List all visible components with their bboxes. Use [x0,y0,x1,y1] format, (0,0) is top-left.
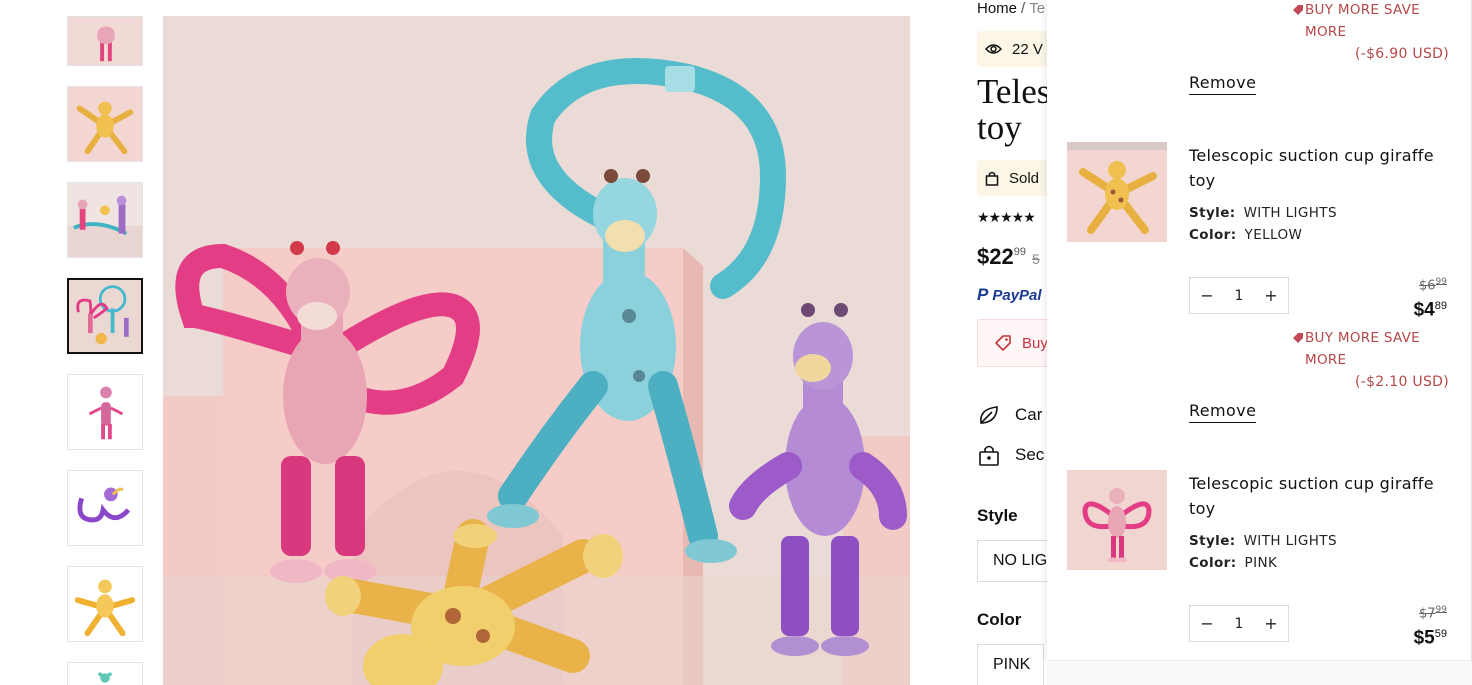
eye-icon [985,44,1002,54]
thumbnail-1[interactable] [67,16,143,66]
price-main: $5 [1413,627,1435,649]
style-option-text: NO LIG [993,552,1048,569]
cart-item-color: Color: PINK [1189,555,1277,571]
cart-item-name[interactable]: Telescopic suction cup giraffe toy [1189,143,1459,193]
price-cents: 89 [1434,300,1447,312]
color-label: Color: [1189,555,1237,571]
cart-item-old-price: $699 [1419,277,1447,293]
quantity-value[interactable]: 1 [1224,288,1254,304]
paypal-badge: P PayPal [977,285,1042,305]
remove-button[interactable]: Remove [1189,401,1257,423]
remove-button[interactable]: Remove [1189,73,1257,95]
price-old: 5 [1031,251,1040,267]
color-label: Color: [1189,227,1237,243]
feature-text-2: Sec [1015,445,1045,464]
breadcrumb: Home / Te [977,0,1045,17]
color-option-text: PINK [993,656,1031,673]
old-price-main: $7 [1419,606,1436,622]
price-cents: 99 [1013,246,1026,258]
cart-item-image[interactable] [1067,142,1167,242]
rating-stars[interactable]: ★★★★★ [977,210,1036,226]
views-text: 22 V [1012,40,1043,58]
buy-more-save-note: BUY MORE SAVE MORE [1293,0,1455,43]
decrease-quantity-button[interactable]: − [1196,613,1218,635]
decrease-quantity-button[interactable]: − [1196,285,1218,307]
color-value: YELLOW [1244,227,1303,243]
main-product-image[interactable] [163,16,910,685]
cart-drawer-footer [1047,660,1472,685]
save-note-text: BUY MORE SAVE MORE [1305,2,1421,40]
cart-item-name[interactable]: Telescopic suction cup giraffe toy [1189,471,1459,521]
product-price: $2299 5 [977,244,1040,270]
tag-icon [1293,5,1303,15]
breadcrumb-separator: / [1021,0,1026,17]
cart-item-old-price: $799 [1419,605,1447,621]
quantity-stepper: − 1 + [1189,605,1289,642]
quantity-value[interactable]: 1 [1224,616,1254,632]
tag-icon [995,335,1011,351]
thumbnail-5[interactable] [67,374,143,450]
style-label: Style: [1189,533,1236,549]
color-value: PINK [1244,555,1278,571]
cart-drawer: BUY MORE SAVE MORE (-$6.90 USD) Remove T… [1047,0,1472,660]
old-price-main: $6 [1419,278,1436,294]
quantity-stepper: − 1 + [1189,277,1289,314]
increase-quantity-button[interactable]: + [1260,613,1282,635]
style-value: WITH LIGHTS [1243,533,1337,549]
style-value: WITH LIGHTS [1243,205,1337,221]
cart-item-image[interactable] [1067,470,1167,570]
tag-icon [1293,333,1303,343]
old-price-cents: 99 [1435,277,1447,287]
buy-more-save-note: BUY MORE SAVE MORE [1293,327,1455,371]
style-label: Style: [1189,205,1236,221]
price-main: $22 [977,244,1014,269]
price-cents: 59 [1434,628,1447,640]
cart-item-price: $489 [1414,299,1447,321]
feature-row-2: Sec [977,442,1044,468]
leaf-icon [980,406,998,424]
thumbnail-4-selected[interactable] [67,278,143,354]
cart-item-style: Style: WITH LIGHTS [1189,205,1337,221]
breadcrumb-current: Te [1029,0,1046,17]
save-amount: (-$6.90 USD) [1354,46,1449,62]
paypal-label: PayPal [992,286,1042,304]
cart-item-color: Color: YELLOW [1189,227,1302,243]
style-option-label: Style [977,506,1018,525]
thumbnail-6[interactable] [67,470,143,546]
feature-row-1: Car [977,402,1042,428]
thumbnail-3[interactable] [67,182,143,258]
cart-item-style: Style: WITH LIGHTS [1189,533,1337,549]
thumbnail-2[interactable] [67,86,143,162]
breadcrumb-home-link[interactable]: Home [977,0,1017,17]
save-amount: (-$2.10 USD) [1354,374,1449,390]
increase-quantity-button[interactable]: + [1260,285,1282,307]
thumbnail-7[interactable] [67,566,143,642]
lock-bag-icon [979,445,999,466]
buy-more-text: Buy [1022,334,1048,352]
price-main: $4 [1413,299,1435,321]
old-price-cents: 99 [1435,605,1447,615]
feature-text-1: Car [1015,405,1043,424]
color-option-pink[interactable]: PINK [977,644,1044,685]
thumbnail-8[interactable] [67,662,143,685]
color-option-label: Color [977,610,1022,629]
save-note-text: BUY MORE SAVE MORE [1305,330,1421,368]
sold-text: Sold [1009,169,1040,187]
shopping-bag-icon [985,171,999,186]
paypal-logo-icon: P [977,285,989,304]
cart-item-price: $559 [1414,627,1447,649]
